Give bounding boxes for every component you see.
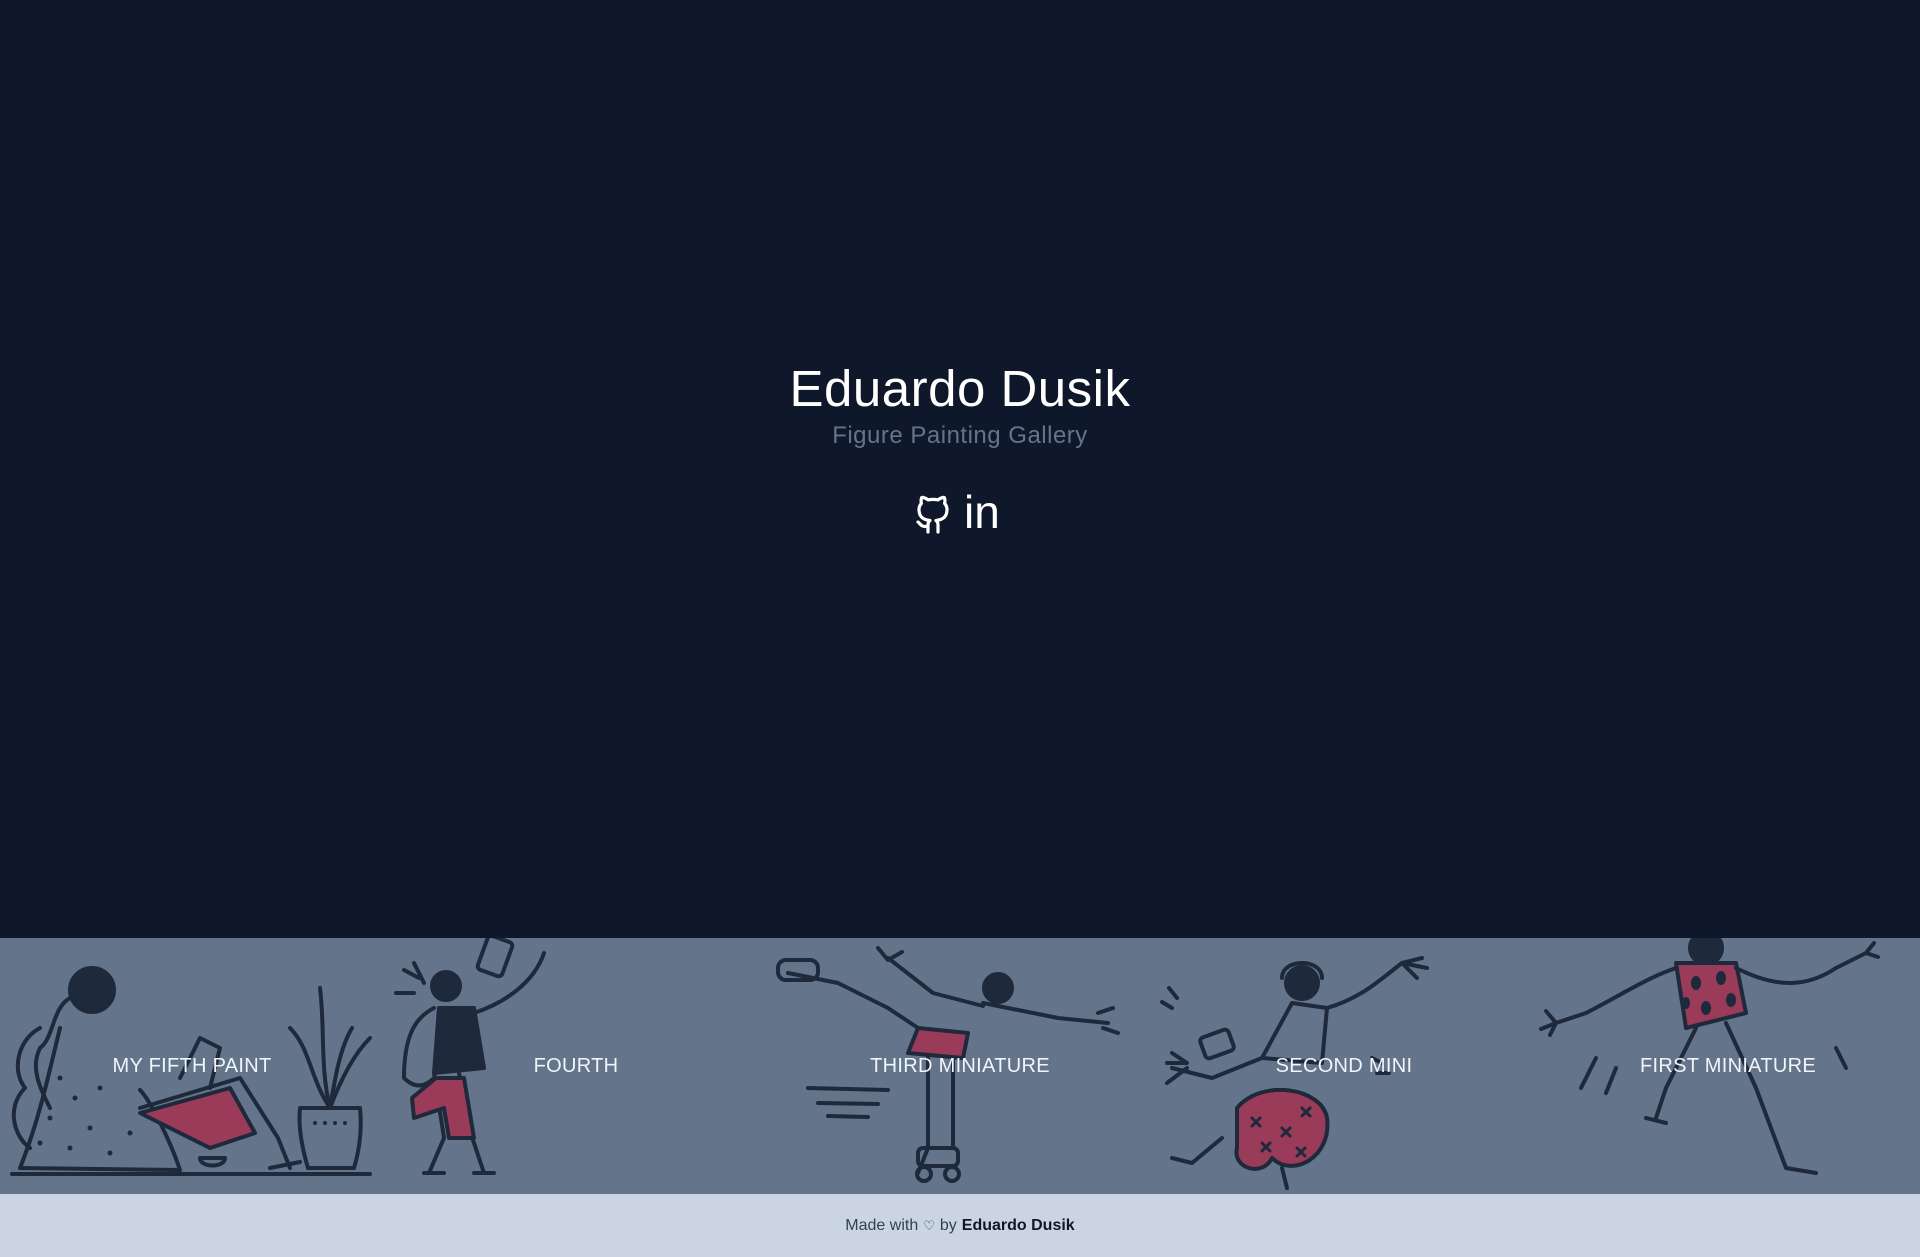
gallery-card-title: FOURTH <box>533 1055 619 1077</box>
social-links: in <box>0 492 1920 534</box>
footer-by: by <box>939 1216 957 1234</box>
page-subtitle: Figure Painting Gallery <box>832 422 1088 449</box>
gallery-card-title: THIRD MINIATURE <box>870 1055 1050 1077</box>
github-icon <box>914 492 952 534</box>
gallery-card[interactable]: THIRD MINIATURE <box>768 938 1152 1194</box>
gallery-card[interactable]: FOURTH <box>384 938 768 1194</box>
linkedin-icon: in <box>962 492 1006 534</box>
gallery-card[interactable]: SECOND MINI <box>1152 938 1536 1194</box>
gallery-card-title: SECOND MINI <box>1275 1055 1413 1077</box>
page-title: Eduardo Dusik <box>789 360 1131 417</box>
footer: Made with ♡ by Eduardo Dusik <box>0 1194 1920 1257</box>
gallery-strip: MY FIFTH PAINT FOURTH THIRD MINIATURE SE… <box>0 938 1920 1194</box>
page: Eduardo Dusik Figure Painting Gallery in <box>0 0 1920 1257</box>
footer-made-with: Made with <box>845 1216 919 1234</box>
linkedin-label: in <box>964 492 1000 534</box>
footer-author-link[interactable]: Eduardo Dusik <box>962 1217 1075 1235</box>
heart-icon: ♡ <box>923 1217 935 1233</box>
gallery-card[interactable]: FIRST MINIATURE <box>1536 938 1920 1194</box>
gallery-card-title: FIRST MINIATURE <box>1640 1055 1816 1077</box>
gallery-card-title: MY FIFTH PAINT <box>112 1055 272 1077</box>
hero-section: Eduardo Dusik Figure Painting Gallery in <box>0 0 1920 938</box>
github-link[interactable] <box>914 492 952 534</box>
linkedin-link[interactable]: in <box>962 492 1006 534</box>
gallery-card[interactable]: MY FIFTH PAINT <box>0 938 384 1194</box>
